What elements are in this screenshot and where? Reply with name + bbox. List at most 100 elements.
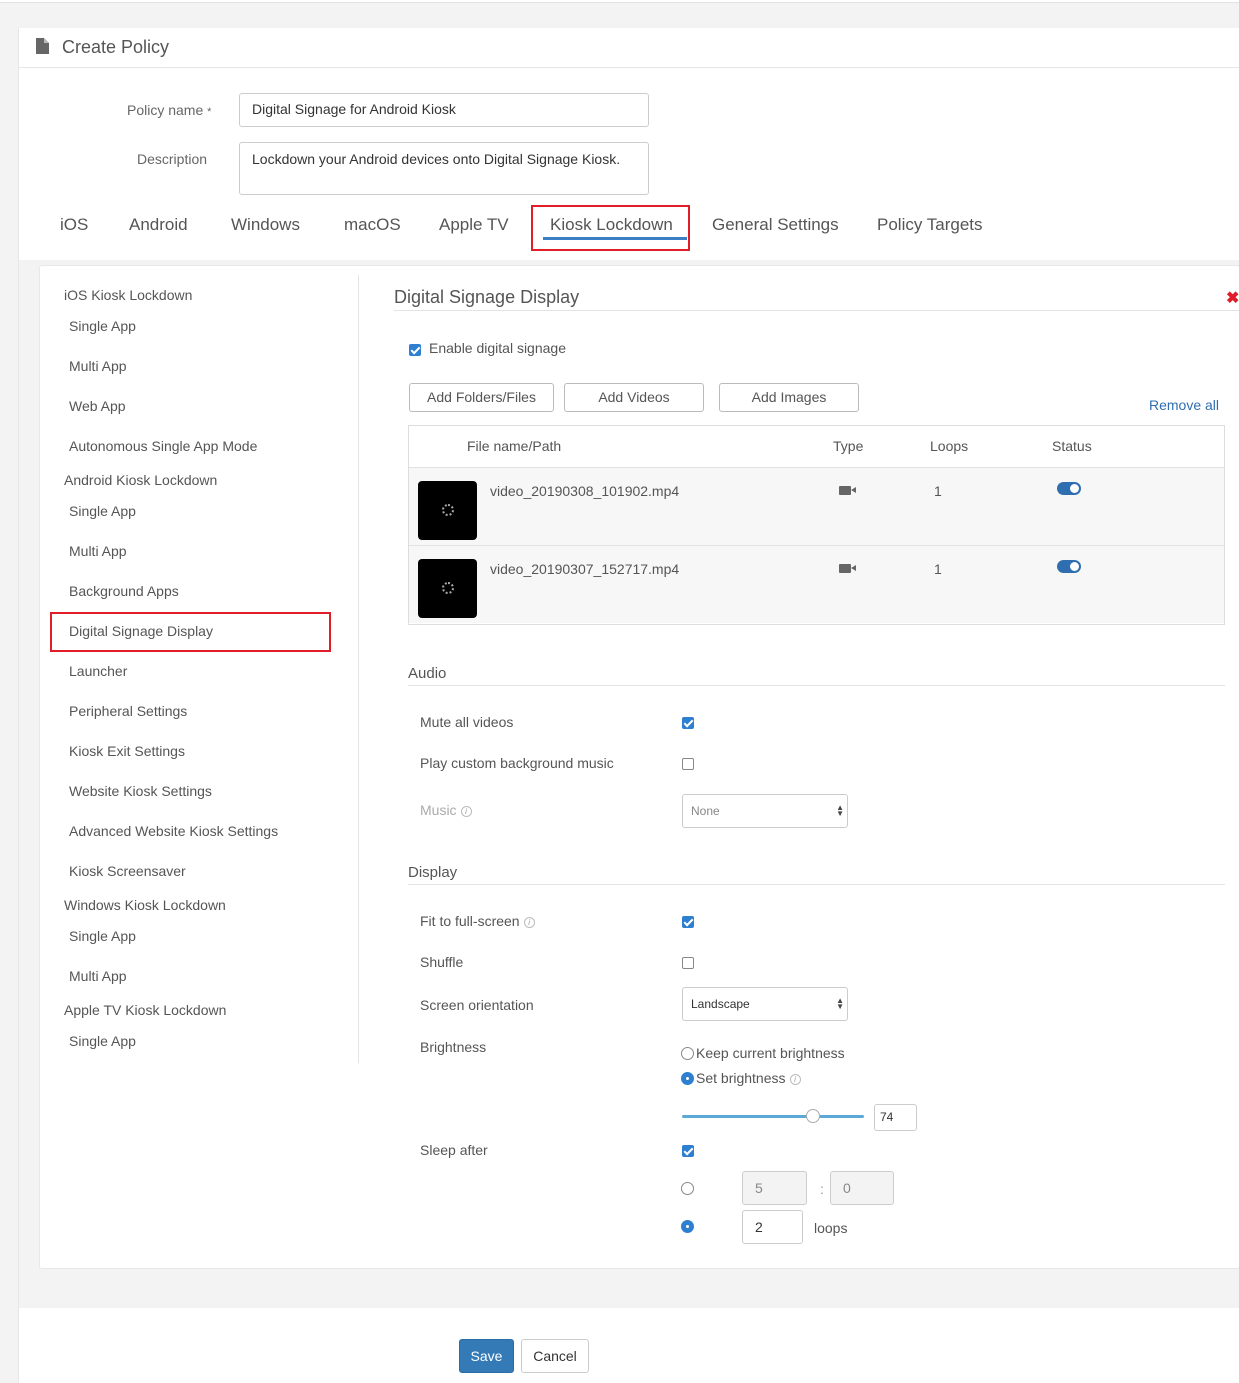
close-icon[interactable]: ✖ [1226,288,1239,308]
select-arrows-icon: ▲ ▼ [836,996,844,1011]
sidebar-item-advanced-website-kiosk[interactable]: Advanced Website Kiosk Settings [69,823,278,839]
tab-windows[interactable]: Windows [231,215,300,235]
table-row: video_20190307_152717.mp4 1 [409,545,1224,623]
music-select[interactable]: None ▲ ▼ [682,794,848,828]
info-icon: i [460,805,472,817]
info-icon: i [523,916,535,928]
mute-label: Mute all videos [420,714,514,730]
sidebar-item-windows-single-app[interactable]: Single App [69,928,136,944]
sleep-after-checkbox[interactable] [682,1145,694,1157]
table-row: video_20190308_101902.mp4 1 [409,467,1224,545]
col-header-loops: Loops [930,438,969,454]
sidebar-heading-apple-tv: Apple TV Kiosk Lockdown [64,1002,227,1018]
video-camera-icon [839,564,856,573]
highlight-kiosk-tab [531,205,690,251]
tab-ios[interactable]: iOS [60,215,88,235]
top-border [0,0,1239,3]
description-label: Description [137,151,208,167]
sidebar-item-ios-autonomous[interactable]: Autonomous Single App Mode [69,438,257,454]
sidebar-item-kiosk-exit[interactable]: Kiosk Exit Settings [69,743,185,759]
sidebar-heading-ios: iOS Kiosk Lockdown [64,287,193,303]
sidebar-item-ios-single-app[interactable]: Single App [69,318,136,334]
brightness-value-input[interactable]: 74 [874,1104,917,1131]
status-toggle[interactable] [1057,560,1081,573]
col-header-type: Type [833,438,864,454]
file-name: video_20190307_152717.mp4 [490,561,680,577]
save-button[interactable]: Save [459,1339,514,1373]
loops-value: 1 [934,561,942,577]
video-thumbnail [418,559,477,618]
tab-apple-tv[interactable]: Apple TV [439,215,509,235]
sidebar-item-screensaver[interactable]: Kiosk Screensaver [69,863,186,879]
sidebar-item-appletv-single-app[interactable]: Single App [69,1033,136,1049]
description-textarea[interactable]: Lockdown your Android devices onto Digit… [239,142,649,195]
sidebar-item-android-single-app[interactable]: Single App [69,503,136,519]
tab-macos[interactable]: macOS [344,215,401,235]
sleep-loops-input[interactable]: 2 [742,1210,803,1244]
custom-music-checkbox[interactable] [682,758,694,770]
sidebar-item-background-apps[interactable]: Background Apps [69,583,179,599]
policy-name-label: Policy name * [127,102,212,118]
loops-value: 1 [934,483,942,499]
tab-android[interactable]: Android [129,215,188,235]
shuffle-checkbox[interactable] [682,957,694,969]
time-separator: : [820,1181,824,1197]
set-brightness-radio[interactable] [681,1072,694,1085]
video-camera-icon [839,486,856,495]
brightness-slider-track[interactable] [682,1109,864,1123]
cancel-button[interactable]: Cancel [521,1339,589,1373]
sidebar-item-ios-web-app[interactable]: Web App [69,398,126,414]
sidebar-item-peripheral[interactable]: Peripheral Settings [69,703,187,719]
set-brightness-label: Set brightness i [696,1070,801,1086]
media-table: File name/Path Type Loops Status video_2… [408,425,1225,625]
sidebar-item-launcher[interactable]: Launcher [69,663,127,679]
brightness-label: Brightness [420,1039,487,1055]
music-label: Music i [420,802,472,818]
page-title: Create Policy [62,37,170,57]
kiosk-panel [39,265,1239,1269]
audio-heading: Audio [408,665,447,682]
page-header: Create Policy [19,28,1239,68]
custom-music-label: Play custom background music [420,755,614,771]
add-folders-button[interactable]: Add Folders/Files [409,383,554,412]
title-divider [394,310,1239,311]
sleep-time-radio[interactable] [681,1182,694,1195]
status-toggle[interactable] [1057,482,1081,495]
fit-fullscreen-label: Fit to full-screen i [420,913,535,929]
keep-brightness-label: Keep current brightness [696,1045,845,1061]
document-icon [36,38,49,54]
display-heading: Display [408,864,458,881]
audio-divider [408,685,1225,686]
orientation-select[interactable]: Landscape ▲ ▼ [682,987,848,1021]
sidebar-item-ios-multi-app[interactable]: Multi App [69,358,127,374]
display-divider [408,884,1225,885]
select-arrows-icon: ▲ ▼ [836,803,844,818]
brightness-slider-handle[interactable] [806,1109,821,1123]
sidebar-item-android-multi-app[interactable]: Multi App [69,543,127,559]
policy-name-input[interactable]: Digital Signage for Android Kiosk [239,93,649,127]
keep-brightness-radio[interactable] [681,1047,694,1060]
section-title: Digital Signage Display [394,287,580,307]
sleep-minutes-input[interactable]: 5 [742,1171,807,1205]
enable-signage-label: Enable digital signage [429,340,566,356]
info-icon: i [789,1073,801,1085]
tab-policy-targets[interactable]: Policy Targets [877,215,983,235]
sleep-loops-radio[interactable] [681,1220,694,1233]
enable-signage-checkbox[interactable] [409,344,421,356]
sleep-seconds-input[interactable]: 0 [830,1171,894,1205]
sidebar-item-website-kiosk[interactable]: Website Kiosk Settings [69,783,212,799]
orientation-label: Screen orientation [420,997,534,1013]
col-header-status: Status [1052,438,1092,454]
loading-spinner-icon [442,504,454,516]
sidebar-item-windows-multi-app[interactable]: Multi App [69,968,127,984]
fit-fullscreen-checkbox[interactable] [682,916,694,928]
add-images-button[interactable]: Add Images [719,383,859,412]
add-videos-button[interactable]: Add Videos [564,383,704,412]
remove-all-link[interactable]: Remove all [1149,397,1219,413]
tab-general-settings[interactable]: General Settings [712,215,839,235]
highlight-digital-signage [50,612,331,652]
sidebar-heading-android: Android Kiosk Lockdown [64,472,218,488]
sidebar-heading-windows: Windows Kiosk Lockdown [64,897,226,913]
sidebar-divider [358,275,359,1063]
mute-checkbox[interactable] [682,717,694,729]
